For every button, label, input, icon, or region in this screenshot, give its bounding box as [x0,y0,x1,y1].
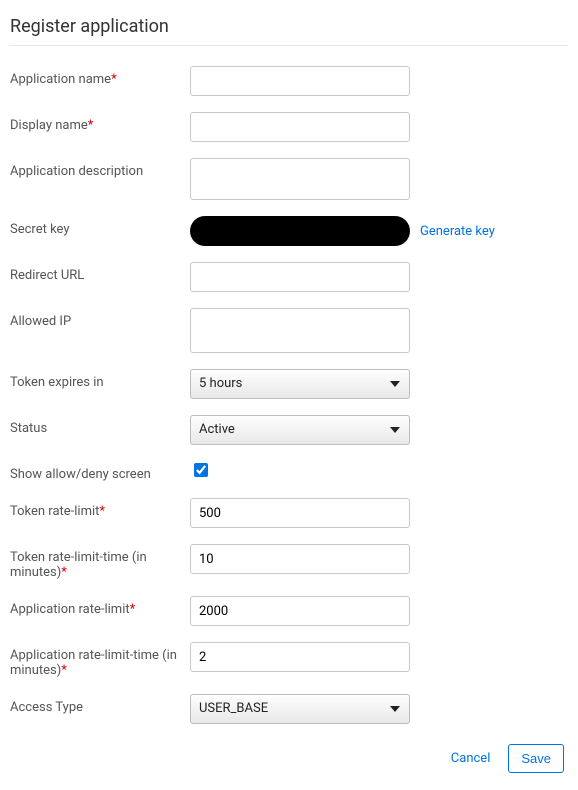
display-name-input[interactable] [190,112,410,142]
cancel-button[interactable]: Cancel [451,751,491,766]
token-expires-select[interactable]: 5 hours [190,369,410,399]
token-rate-limit-input[interactable] [190,498,410,528]
generate-key-link[interactable]: Generate key [420,224,495,239]
label-display-name: Display name* [10,112,190,133]
allowed-ip-input[interactable] [190,308,410,353]
label-token-rate-limit: Token rate-limit* [10,498,190,519]
label-application-name: Application name* [10,66,190,87]
access-type-select[interactable]: USER_BASE [190,694,410,724]
label-token-rate-limit-time: Token rate-limit-time (in minutes)* [10,544,190,580]
redirect-url-input[interactable] [190,262,410,292]
label-application-rate-limit-time: Application rate-limit-time (in minutes)… [10,642,190,678]
token-rate-limit-time-input[interactable] [190,544,410,574]
label-allowed-ip: Allowed IP [10,308,190,329]
label-access-type: Access Type [10,694,190,715]
form-footer: Cancel Save [10,744,568,773]
label-application-rate-limit: Application rate-limit* [10,596,190,617]
label-token-expires: Token expires in [10,369,190,390]
show-allow-deny-checkbox[interactable] [194,463,208,477]
label-secret-key: Secret key [10,216,190,237]
secret-key-value [190,216,410,246]
application-description-input[interactable] [190,158,410,200]
page-title: Register application [10,16,568,46]
status-select[interactable]: Active [190,415,410,445]
save-button[interactable]: Save [508,744,564,773]
label-application-description: Application description [10,158,190,179]
label-status: Status [10,415,190,436]
register-form: Application name* Display name* Applicat… [10,66,568,724]
label-redirect-url: Redirect URL [10,262,190,283]
application-rate-limit-time-input[interactable] [190,642,410,672]
application-name-input[interactable] [190,66,410,96]
label-show-allow-deny: Show allow/deny screen [10,461,190,482]
application-rate-limit-input[interactable] [190,596,410,626]
